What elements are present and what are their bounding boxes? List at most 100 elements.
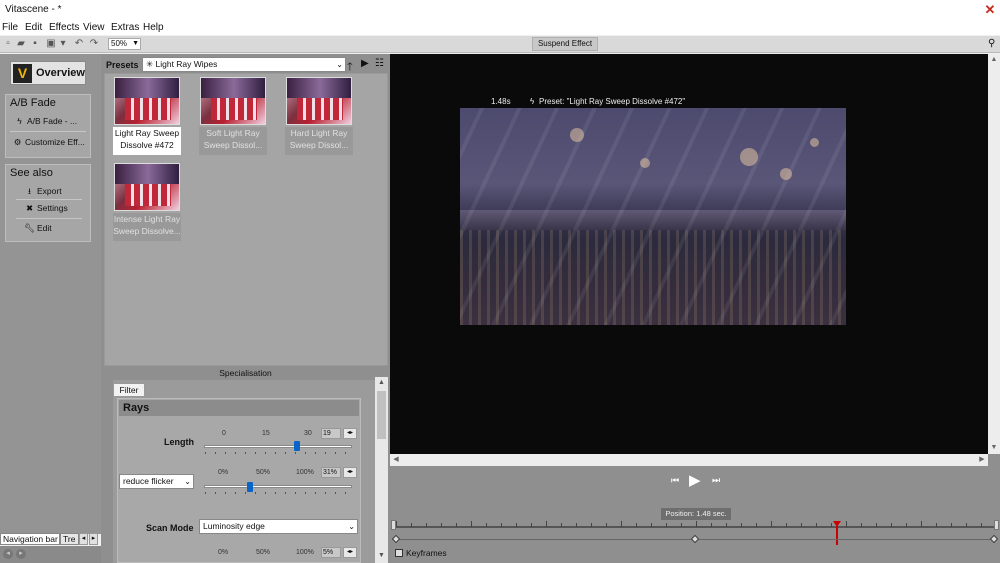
play-icon[interactable]: ▶ [689, 471, 701, 489]
timeline-tick [531, 523, 532, 527]
suspend-effect-button[interactable]: Suspend Effect [532, 37, 598, 51]
close-icon[interactable]: ✕ [983, 3, 997, 17]
preset-label-line1: Hard Light Ray [290, 128, 348, 138]
length-tick: 30 [304, 430, 312, 437]
preset-tile[interactable]: Intense Light Ray Sweep Dissolve... [113, 163, 181, 241]
threshold-tick: 50% [256, 549, 271, 556]
menu-file[interactable]: File [2, 22, 18, 33]
ab-fade-button[interactable]: ϟ A/B Fade - ... [14, 116, 77, 126]
timeline-start-handle[interactable] [391, 520, 396, 530]
redo-icon[interactable]: ↷ [89, 39, 99, 49]
forward-icon[interactable]: ▸ [16, 549, 26, 559]
chevron-down-icon: ⌄ [336, 60, 343, 69]
length-value[interactable]: 19 [321, 428, 341, 439]
timeline-tick [936, 523, 937, 527]
presets-category-select[interactable]: ✳ Light Ray Wipes ⌄ [142, 57, 346, 72]
menu-extras[interactable]: Extras [111, 22, 139, 33]
preview-vertical-scrollbar[interactable]: ▲ ▼ [988, 54, 1000, 454]
edit-button[interactable]: 🔧︎ Edit [24, 223, 52, 234]
timeline-tick [696, 521, 697, 527]
timeline-tick [951, 523, 952, 527]
tab-scroll-right-icon[interactable]: ▸ [89, 533, 98, 545]
lightning-icon: ϟ [530, 97, 535, 106]
threshold-value[interactable]: 5% [321, 547, 341, 558]
preset-label: Soft Light Ray Sweep Dissol... [199, 127, 267, 155]
scroll-up-icon[interactable]: ▲ [988, 54, 1000, 66]
preset-label-line2: Dissolve #472 [120, 140, 174, 150]
scan-mode-label: Scan Mode [146, 523, 194, 533]
flicker-value[interactable]: 31% [321, 467, 341, 478]
overview-button[interactable]: V Overview [10, 61, 86, 85]
menu-bar: File Edit Effects View Extras Help [0, 20, 1000, 35]
preset-tile[interactable]: Light Ray Sweep Dissolve #472 [113, 77, 181, 155]
preview-time: 1.48s [491, 97, 511, 106]
tab-filter[interactable]: Filter [113, 383, 145, 397]
snowflake-icon: ✳ [146, 59, 154, 69]
scrollbar-thumb[interactable] [377, 391, 386, 439]
skip-back-icon[interactable]: ⏮︎ [671, 475, 679, 486]
position-readout: Position: 1.48 sec. [661, 508, 731, 520]
timeline-tick [771, 521, 772, 527]
chevron-down-icon: ⌄ [348, 522, 355, 531]
settings-button[interactable]: ✖ Settings [24, 203, 68, 214]
specialisation-scrollbar[interactable]: ▲ ▼ [375, 377, 388, 563]
video-light-rays [460, 108, 846, 325]
preview-horizontal-scrollbar[interactable]: ◀ ▶ [390, 454, 988, 466]
scroll-down-icon[interactable]: ▼ [375, 550, 388, 562]
length-slider-track[interactable] [204, 445, 352, 448]
divider [16, 218, 82, 219]
preset-tile[interactable]: Hard Light Ray Sweep Dissol... [285, 77, 353, 155]
specialisation-label: Specialisation [219, 368, 272, 378]
undo-icon[interactable]: ↶ [74, 39, 84, 49]
zoom-select[interactable]: 50% ▼ [108, 38, 141, 50]
customize-effect-button[interactable]: ⚙ Customize Eff... [12, 137, 85, 148]
length-slider-handle[interactable] [294, 441, 301, 451]
timeline-tick [471, 521, 472, 527]
export-label: Export [37, 186, 62, 196]
menu-effects[interactable]: Effects [49, 22, 79, 33]
skip-forward-icon[interactable]: ⏭︎ [712, 475, 720, 486]
play-preset-icon[interactable]: ▶ [361, 58, 369, 69]
tab-scroll-left-icon[interactable]: ◂ [79, 533, 88, 545]
threshold-spinner[interactable]: ◂▸ [343, 547, 357, 558]
back-icon[interactable]: ◂ [3, 549, 13, 559]
scan-mode-select[interactable]: Luminosity edge ⌄ [199, 519, 358, 534]
presets-bar: Presets ✳ Light Ray Wipes ⌄ 🡑 ▶ ☷ [104, 57, 388, 73]
menu-help[interactable]: Help [143, 22, 164, 33]
save-icon[interactable]: ▪ [30, 39, 40, 49]
customize-effect-label: Customize Eff... [25, 137, 85, 147]
timeline-tick [891, 523, 892, 527]
flicker-spinner[interactable]: ◂▸ [343, 467, 357, 478]
keyframes-toggle[interactable]: Keyframes [395, 548, 447, 558]
preset-tile[interactable]: Soft Light Ray Sweep Dissol... [199, 77, 267, 155]
export-dropdown-icon[interactable]: ▾ [58, 39, 68, 49]
window-title: Vitascene - * [5, 4, 62, 15]
export-icon[interactable]: ▣ [46, 39, 56, 49]
list-view-icon[interactable]: ☷ [375, 58, 384, 69]
timeline-tick [441, 523, 442, 527]
flicker-mode-select[interactable]: reduce flicker ⌄ [119, 474, 194, 489]
menu-view[interactable]: View [83, 22, 105, 33]
scroll-down-icon[interactable]: ▼ [988, 442, 1000, 454]
export-button[interactable]: ⭳ Export [24, 186, 62, 200]
timeline-end-handle[interactable] [994, 520, 999, 530]
scroll-right-icon[interactable]: ▶ [976, 454, 988, 466]
vitascene-logo-icon: V [13, 64, 32, 83]
scroll-up-icon[interactable]: ▲ [375, 377, 388, 389]
new-file-icon[interactable]: ▫ [3, 39, 13, 49]
timeline-tick [501, 523, 502, 527]
flicker-slider-handle[interactable] [246, 482, 253, 492]
open-folder-icon[interactable]: ▰ [16, 39, 26, 49]
tab-navigation-bar[interactable]: Navigation bar [0, 533, 60, 545]
menu-edit[interactable]: Edit [25, 22, 42, 33]
flicker-slider-track[interactable] [204, 485, 352, 488]
scroll-left-icon[interactable]: ◀ [390, 454, 402, 466]
tab-tree[interactable]: Tre [60, 533, 79, 545]
flicker-tick: 100% [296, 469, 314, 476]
pin-icon[interactable]: ⚲ [988, 38, 995, 49]
length-spinner[interactable]: ◂▸ [343, 428, 357, 439]
preset-label: Intense Light Ray Sweep Dissolve... [113, 213, 181, 241]
checkbox-icon[interactable] [395, 549, 403, 557]
ab-fade-section: A/B Fade [5, 94, 91, 158]
preview-preset-name: Preset: "Light Ray Sweep Dissolve #472" [539, 97, 686, 106]
